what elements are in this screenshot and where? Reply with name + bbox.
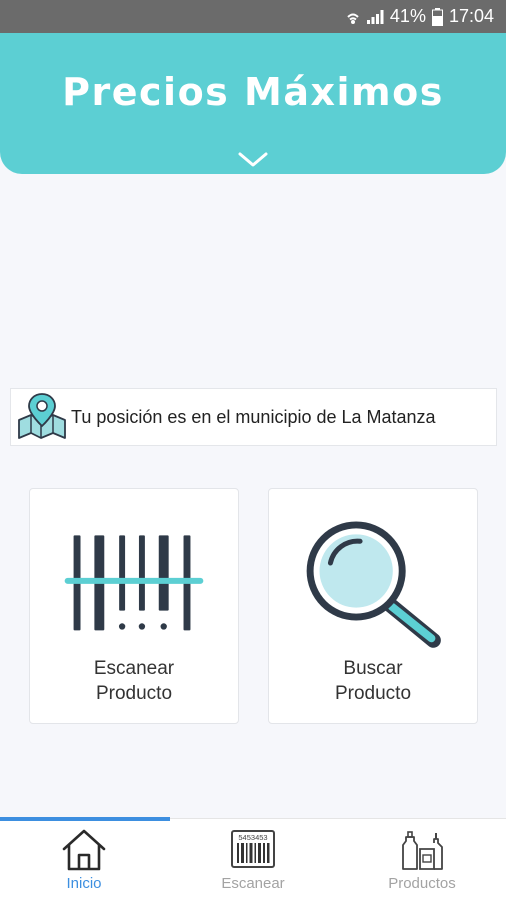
barcode-icon: 5453453 xyxy=(231,830,275,868)
chevron-down-icon[interactable] xyxy=(237,151,269,169)
tab-escanear-label: Escanear xyxy=(221,875,285,892)
scan-product-card[interactable]: Escanear Producto xyxy=(29,488,239,724)
tab-inicio-label: Inicio xyxy=(66,875,102,892)
scan-product-label: Escanear Producto xyxy=(93,658,175,704)
tab-inicio[interactable]: Inicio xyxy=(0,819,168,901)
battery-percent: 41% xyxy=(389,6,426,26)
search-product-label: Buscar Producto xyxy=(334,658,412,704)
tab-productos-label: Productos xyxy=(388,875,456,892)
signal-icon xyxy=(366,9,384,25)
products-icon xyxy=(402,831,443,870)
barcode-number: 5453453 xyxy=(238,833,267,842)
app-header: Precios Máximos xyxy=(0,33,506,174)
home-icon xyxy=(62,829,106,871)
tab-escanear[interactable]: 5453453 Escanear xyxy=(169,819,337,901)
app-title: Precios Máximos xyxy=(62,70,444,114)
barcode-scan-icon xyxy=(64,535,204,631)
tab-productos[interactable]: Productos xyxy=(338,819,506,901)
search-product-card[interactable]: Buscar Producto xyxy=(268,488,478,724)
location-banner: Tu posición es en el municipio de La Mat… xyxy=(10,388,497,446)
magnifier-icon xyxy=(306,521,441,648)
battery-icon xyxy=(431,7,443,26)
bottom-navigation: Inicio 5453453 Escanear Productos xyxy=(0,817,506,901)
location-text: Tu posición es en el municipio de La Mat… xyxy=(71,406,436,427)
status-bar: 41% 17:04 xyxy=(0,0,506,33)
wifi-icon xyxy=(346,9,360,25)
clock: 17:04 xyxy=(448,6,494,26)
map-location-icon xyxy=(18,393,66,439)
